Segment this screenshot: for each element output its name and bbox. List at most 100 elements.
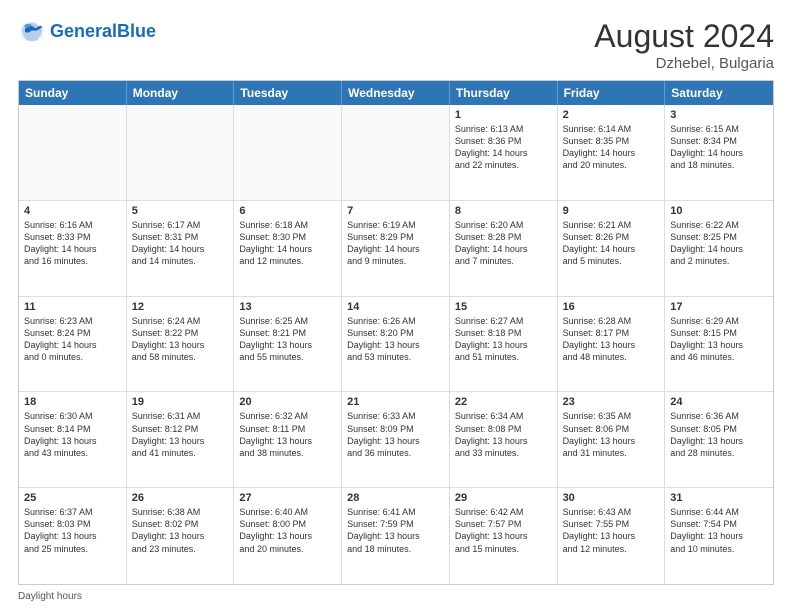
calendar-header: SundayMondayTuesdayWednesdayThursdayFrid…	[19, 81, 773, 105]
cal-cell-27: 27 Sunrise: 6:40 AM Sunset: 8:00 PM Dayli…	[234, 488, 342, 584]
day-number: 20	[239, 396, 336, 408]
cal-cell-22: 22Sunrise: 6:34 AM Sunset: 8:08 PM Dayli…	[450, 392, 558, 487]
cal-cell-2: 2Sunrise: 6:14 AM Sunset: 8:35 PM Daylig…	[558, 105, 666, 200]
day-number: 29	[455, 492, 552, 504]
logo-icon	[18, 18, 46, 46]
cal-row-2: 4Sunrise: 6:16 AM Sunset: 8:33 PM Daylig…	[19, 201, 773, 297]
cell-info: Sunrise: 6:40 AM Sunset: 8:00 PM Dayligh…	[239, 506, 336, 555]
cal-cell-29: 29Sunrise: 6:42 AM Sunset: 7:57 PM Dayli…	[450, 488, 558, 584]
cell-info: Sunrise: 6:24 AM Sunset: 8:22 PM Dayligh…	[132, 315, 229, 364]
cell-info: Sunrise: 6:19 AM Sunset: 8:29 PM Dayligh…	[347, 219, 444, 268]
logo-general: General	[50, 21, 117, 41]
cal-header-thursday: Thursday	[450, 81, 558, 105]
cal-cell-5: 5Sunrise: 6:17 AM Sunset: 8:31 PM Daylig…	[127, 201, 235, 296]
day-number: 18	[24, 396, 121, 408]
day-number: 21	[347, 396, 444, 408]
cal-row-5: 25 Sunrise: 6:37 AM Sunset: 8:03 PM Dayli…	[19, 488, 773, 584]
logo-blue: Blue	[117, 21, 156, 41]
location: Dzhebel, Bulgaria	[594, 55, 774, 72]
day-number: 14	[347, 301, 444, 313]
header: GeneralBlue August 2024 Dzhebel, Bulgari…	[18, 18, 774, 72]
cell-info: Sunrise: 6:29 AM Sunset: 8:15 PM Dayligh…	[670, 315, 768, 364]
day-number: 8	[455, 205, 552, 217]
day-number: 15	[455, 301, 552, 313]
cell-info: Sunrise: 6:28 AM Sunset: 8:17 PM Dayligh…	[563, 315, 660, 364]
day-number: 28	[347, 492, 444, 504]
cal-cell-9: 9 Sunrise: 6:21 AM Sunset: 8:26 PM Daylig…	[558, 201, 666, 296]
cal-cell-26: 26Sunrise: 6:38 AM Sunset: 8:02 PM Dayli…	[127, 488, 235, 584]
page: GeneralBlue August 2024 Dzhebel, Bulgari…	[0, 0, 792, 612]
day-number: 4	[24, 205, 121, 217]
day-number: 23	[563, 396, 660, 408]
cal-cell-7: 7 Sunrise: 6:19 AM Sunset: 8:29 PM Daylig…	[342, 201, 450, 296]
cell-info: Sunrise: 6:30 AM Sunset: 8:14 PM Dayligh…	[24, 410, 121, 459]
cal-cell-4: 4Sunrise: 6:16 AM Sunset: 8:33 PM Daylig…	[19, 201, 127, 296]
cal-row-3: 11 Sunrise: 6:23 AM Sunset: 8:24 PM Dayli…	[19, 297, 773, 393]
cell-info: Sunrise: 6:36 AM Sunset: 8:05 PM Dayligh…	[670, 410, 768, 459]
cell-info: Sunrise: 6:31 AM Sunset: 8:12 PM Dayligh…	[132, 410, 229, 459]
cal-cell-8: 8 Sunrise: 6:20 AM Sunset: 8:28 PM Daylig…	[450, 201, 558, 296]
day-number: 12	[132, 301, 229, 313]
cal-cell-3: 3Sunrise: 6:15 AM Sunset: 8:34 PM Daylig…	[665, 105, 773, 200]
cal-header-friday: Friday	[558, 81, 666, 105]
cell-info: Sunrise: 6:43 AM Sunset: 7:55 PM Dayligh…	[563, 506, 660, 555]
cell-info: Sunrise: 6:20 AM Sunset: 8:28 PM Dayligh…	[455, 219, 552, 268]
daylight-hours-label: Daylight hours	[18, 591, 82, 602]
cell-info: Sunrise: 6:21 AM Sunset: 8:26 PM Dayligh…	[563, 219, 660, 268]
cal-cell-30: 30 Sunrise: 6:43 AM Sunset: 7:55 PM Dayli…	[558, 488, 666, 584]
cal-row-4: 18 Sunrise: 6:30 AM Sunset: 8:14 PM Dayli…	[19, 392, 773, 488]
month-year: August 2024	[594, 18, 774, 55]
cal-cell-empty-0-0	[19, 105, 127, 200]
cell-info: Sunrise: 6:27 AM Sunset: 8:18 PM Dayligh…	[455, 315, 552, 364]
cal-header-sunday: Sunday	[19, 81, 127, 105]
cell-info: Sunrise: 6:25 AM Sunset: 8:21 PM Dayligh…	[239, 315, 336, 364]
cell-info: Sunrise: 6:35 AM Sunset: 8:06 PM Dayligh…	[563, 410, 660, 459]
day-number: 5	[132, 205, 229, 217]
cell-info: Sunrise: 6:13 AM Sunset: 8:36 PM Dayligh…	[455, 123, 552, 172]
cal-cell-28: 28 Sunrise: 6:41 AM Sunset: 7:59 PM Dayli…	[342, 488, 450, 584]
cal-cell-19: 19Sunrise: 6:31 AM Sunset: 8:12 PM Dayli…	[127, 392, 235, 487]
day-number: 30	[563, 492, 660, 504]
cal-cell-25: 25 Sunrise: 6:37 AM Sunset: 8:03 PM Dayli…	[19, 488, 127, 584]
cal-cell-16: 16Sunrise: 6:28 AM Sunset: 8:17 PM Dayli…	[558, 297, 666, 392]
cell-info: Sunrise: 6:23 AM Sunset: 8:24 PM Dayligh…	[24, 315, 121, 364]
cal-cell-6: 6 Sunrise: 6:18 AM Sunset: 8:30 PM Daylig…	[234, 201, 342, 296]
cell-info: Sunrise: 6:18 AM Sunset: 8:30 PM Dayligh…	[239, 219, 336, 268]
day-number: 6	[239, 205, 336, 217]
footer: Daylight hours	[18, 591, 774, 602]
cal-cell-13: 13 Sunrise: 6:25 AM Sunset: 8:21 PM Dayli…	[234, 297, 342, 392]
logo-text: GeneralBlue	[50, 22, 156, 42]
cal-cell-1: 1 Sunrise: 6:13 AM Sunset: 8:36 PM Daylig…	[450, 105, 558, 200]
calendar: SundayMondayTuesdayWednesdayThursdayFrid…	[18, 80, 774, 585]
cell-info: Sunrise: 6:41 AM Sunset: 7:59 PM Dayligh…	[347, 506, 444, 555]
day-number: 7	[347, 205, 444, 217]
day-number: 1	[455, 109, 552, 121]
cal-cell-15: 15 Sunrise: 6:27 AM Sunset: 8:18 PM Dayli…	[450, 297, 558, 392]
day-number: 25	[24, 492, 121, 504]
cal-header-saturday: Saturday	[665, 81, 773, 105]
day-number: 9	[563, 205, 660, 217]
cell-info: Sunrise: 6:37 AM Sunset: 8:03 PM Dayligh…	[24, 506, 121, 555]
cal-cell-24: 24Sunrise: 6:36 AM Sunset: 8:05 PM Dayli…	[665, 392, 773, 487]
day-number: 11	[24, 301, 121, 313]
day-number: 13	[239, 301, 336, 313]
cell-info: Sunrise: 6:15 AM Sunset: 8:34 PM Dayligh…	[670, 123, 768, 172]
logo: GeneralBlue	[18, 18, 156, 46]
cell-info: Sunrise: 6:32 AM Sunset: 8:11 PM Dayligh…	[239, 410, 336, 459]
cal-cell-11: 11 Sunrise: 6:23 AM Sunset: 8:24 PM Dayli…	[19, 297, 127, 392]
day-number: 10	[670, 205, 768, 217]
day-number: 17	[670, 301, 768, 313]
cal-cell-empty-0-1	[127, 105, 235, 200]
cal-cell-21: 21Sunrise: 6:33 AM Sunset: 8:09 PM Dayli…	[342, 392, 450, 487]
cal-cell-12: 12 Sunrise: 6:24 AM Sunset: 8:22 PM Dayli…	[127, 297, 235, 392]
day-number: 2	[563, 109, 660, 121]
day-number: 22	[455, 396, 552, 408]
title-block: August 2024 Dzhebel, Bulgaria	[594, 18, 774, 72]
cell-info: Sunrise: 6:26 AM Sunset: 8:20 PM Dayligh…	[347, 315, 444, 364]
calendar-body: 1 Sunrise: 6:13 AM Sunset: 8:36 PM Daylig…	[19, 105, 773, 584]
cell-info: Sunrise: 6:22 AM Sunset: 8:25 PM Dayligh…	[670, 219, 768, 268]
day-number: 27	[239, 492, 336, 504]
cal-row-1: 1 Sunrise: 6:13 AM Sunset: 8:36 PM Daylig…	[19, 105, 773, 201]
cal-cell-10: 10 Sunrise: 6:22 AM Sunset: 8:25 PM Dayli…	[665, 201, 773, 296]
cal-header-monday: Monday	[127, 81, 235, 105]
